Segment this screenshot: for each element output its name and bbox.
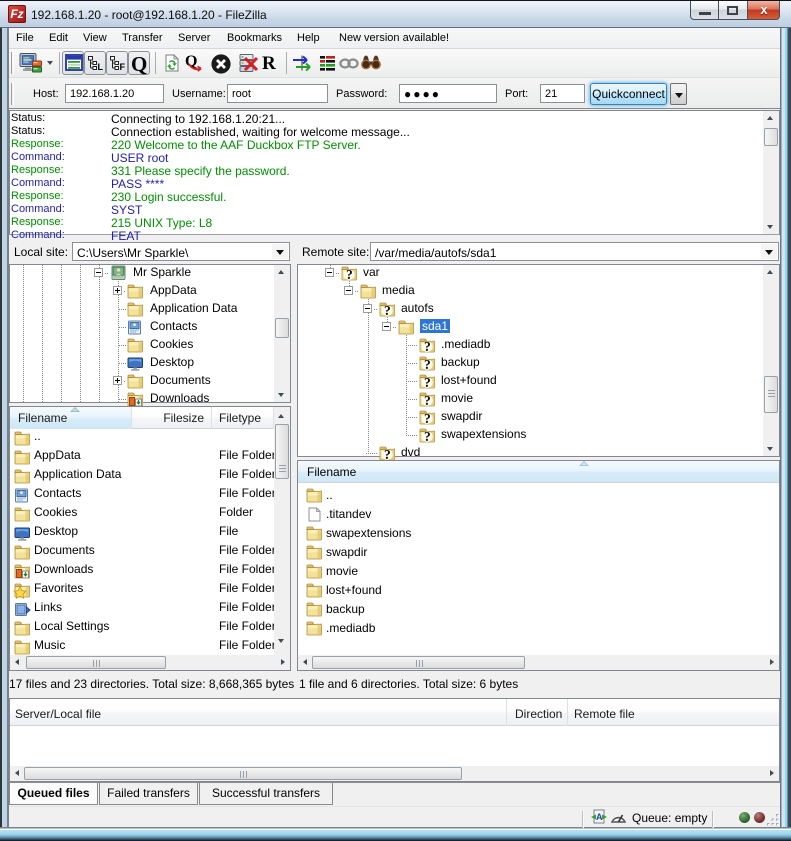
- svg-text:?: ?: [424, 339, 431, 354]
- svg-text:L: L: [98, 62, 104, 72]
- svg-text:?: ?: [346, 267, 353, 282]
- svg-text:?: ?: [424, 411, 431, 426]
- svg-text:?: ?: [384, 303, 391, 318]
- svg-text:?: ?: [424, 393, 431, 408]
- svg-text:A: A: [596, 812, 603, 822]
- svg-text:?: ?: [424, 375, 431, 390]
- svg-text:?: ?: [424, 429, 431, 444]
- svg-text:?: ?: [424, 357, 431, 372]
- svg-text:F: F: [120, 62, 126, 72]
